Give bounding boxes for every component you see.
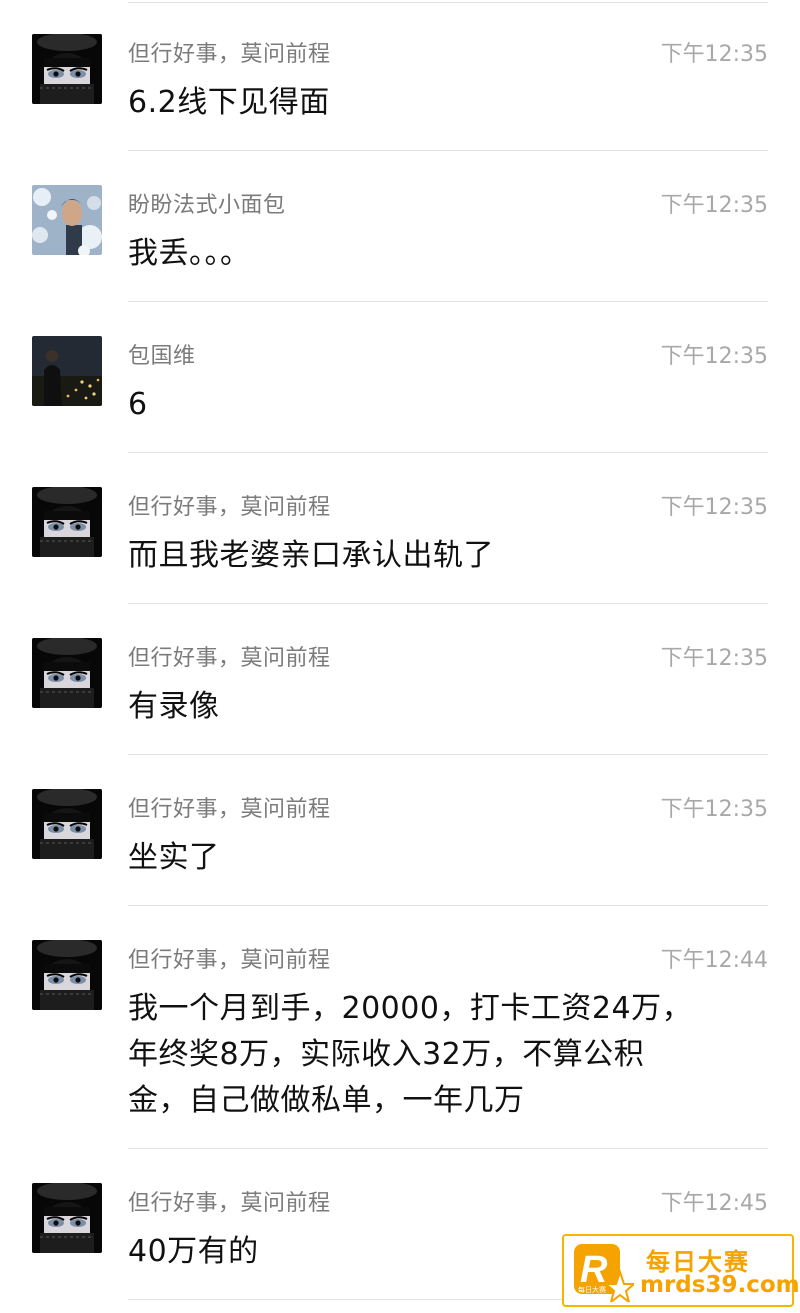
chat-message[interactable]: 但行好事，莫问前程 下午12:44 我一个月到手，20000，打卡工资24万， 年终奖… — [0, 906, 800, 1149]
watermark-logo-small-text: 每日大赛 — [578, 1285, 606, 1294]
watermark-url: mrds39.com — [640, 1272, 800, 1298]
message-text-line: 我丢。。。 — [128, 236, 251, 271]
man-flowers-avatar[interactable] — [32, 185, 102, 255]
message-text-line: 6.2线下见得面 — [128, 85, 330, 120]
watermark-badge: R 每日大赛 每日大赛 mrds39.com — [562, 1234, 800, 1307]
sender-name[interactable]: 但行好事，莫问前程 — [128, 489, 331, 521]
sender-name[interactable]: 但行好事，莫问前程 — [128, 640, 331, 672]
message-time: 下午12:35 — [660, 193, 768, 218]
dark-girl-avatar[interactable] — [32, 638, 102, 708]
sender-name[interactable]: 盼盼法式小面包 — [128, 187, 286, 219]
message-text-line: 6 — [128, 387, 148, 422]
message-text-line: 坐实了 — [128, 840, 220, 875]
sender-name[interactable]: 但行好事，莫问前程 — [128, 942, 331, 974]
message-time: 下午12:44 — [660, 948, 768, 973]
chat-message[interactable]: 但行好事，莫问前程 下午12:35 坐实了 — [0, 755, 800, 906]
message-text: 6 — [128, 382, 748, 428]
message-text: 而且我老婆亲口承认出轨了 — [128, 533, 748, 579]
sender-name[interactable]: 包国维 — [128, 338, 196, 370]
message-text: 6.2线下见得面 — [128, 80, 748, 126]
message-time: 下午12:35 — [660, 42, 768, 67]
message-time: 下午12:35 — [660, 495, 768, 520]
message-time: 下午12:35 — [660, 797, 768, 822]
message-text: 有录像 — [128, 684, 748, 730]
dark-girl-avatar[interactable] — [32, 940, 102, 1010]
message-text-line: 年终奖8万，实际收入32万，不算公积 — [128, 1037, 645, 1072]
sender-name[interactable]: 但行好事，莫问前程 — [128, 1185, 331, 1217]
message-text: 我丢。。。 — [128, 231, 748, 277]
chat-message[interactable]: 但行好事，莫问前程 下午12:35 有录像 — [0, 604, 800, 755]
message-text-line: 而且我老婆亲口承认出轨了 — [128, 538, 494, 573]
chat-message[interactable]: 但行好事，莫问前程 下午12:35 6.2线下见得面 — [0, 0, 800, 151]
message-time: 下午12:35 — [660, 344, 768, 369]
message-text-line: 金，自己做做私单，一年几万 — [128, 1083, 525, 1118]
sender-name[interactable]: 但行好事，莫问前程 — [128, 791, 331, 823]
chat-message[interactable]: 但行好事，莫问前程 下午12:35 而且我老婆亲口承认出轨了 — [0, 453, 800, 604]
message-text: 坐实了 — [128, 835, 748, 881]
message-text-line: 有录像 — [128, 689, 220, 724]
message-time: 下午12:35 — [660, 646, 768, 671]
sender-name[interactable]: 但行好事，莫问前程 — [128, 36, 331, 68]
watermark-logo-icon: R 每日大赛 — [574, 1244, 634, 1302]
dark-girl-avatar[interactable] — [32, 487, 102, 557]
message-time: 下午12:45 — [660, 1191, 768, 1216]
dark-girl-avatar[interactable] — [32, 789, 102, 859]
message-text-line: 我一个月到手，20000，打卡工资24万， — [128, 991, 693, 1026]
night-city-avatar[interactable] — [32, 336, 102, 406]
chat-message[interactable]: 包国维 下午12:35 6 — [0, 302, 800, 453]
chat-message[interactable]: 盼盼法式小面包 下午12:35 我丢。。。 — [0, 151, 800, 302]
watermark-logo-letter: R — [580, 1249, 608, 1291]
message-text: 我一个月到手，20000，打卡工资24万， 年终奖8万，实际收入32万，不算公积金… — [128, 986, 748, 1124]
dark-girl-avatar[interactable] — [32, 1183, 102, 1253]
dark-girl-avatar[interactable] — [32, 34, 102, 104]
